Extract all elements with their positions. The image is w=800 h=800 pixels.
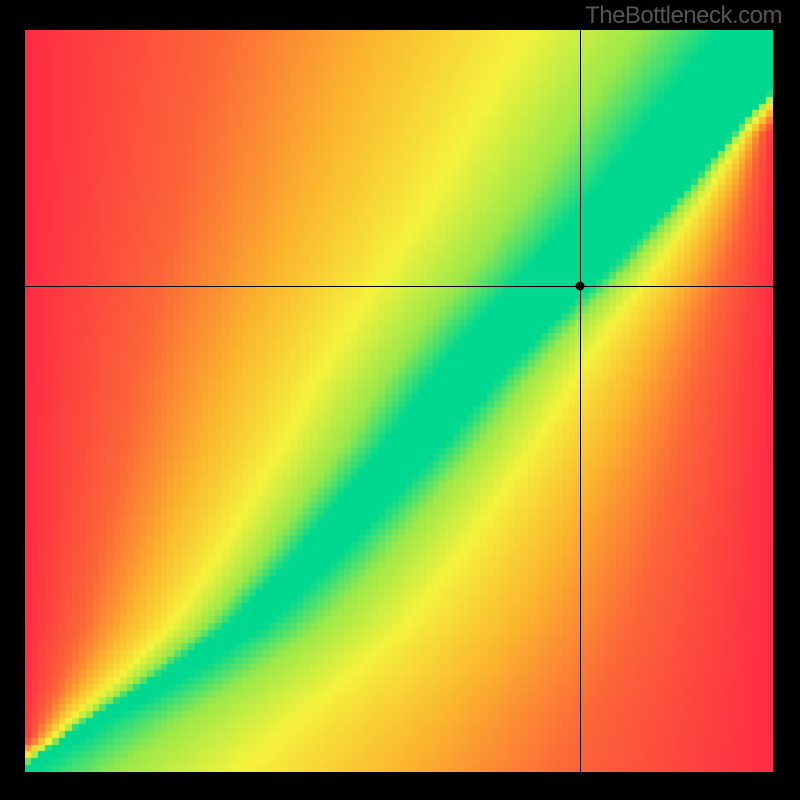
crosshair-vertical	[580, 30, 581, 772]
crosshair-horizontal	[25, 286, 773, 287]
watermark-text: TheBottleneck.com	[585, 2, 782, 30]
heatmap-plot	[25, 30, 773, 772]
heatmap-canvas	[25, 30, 773, 772]
heatmap-canvas-wrap	[25, 30, 773, 772]
marker-point	[576, 281, 585, 290]
